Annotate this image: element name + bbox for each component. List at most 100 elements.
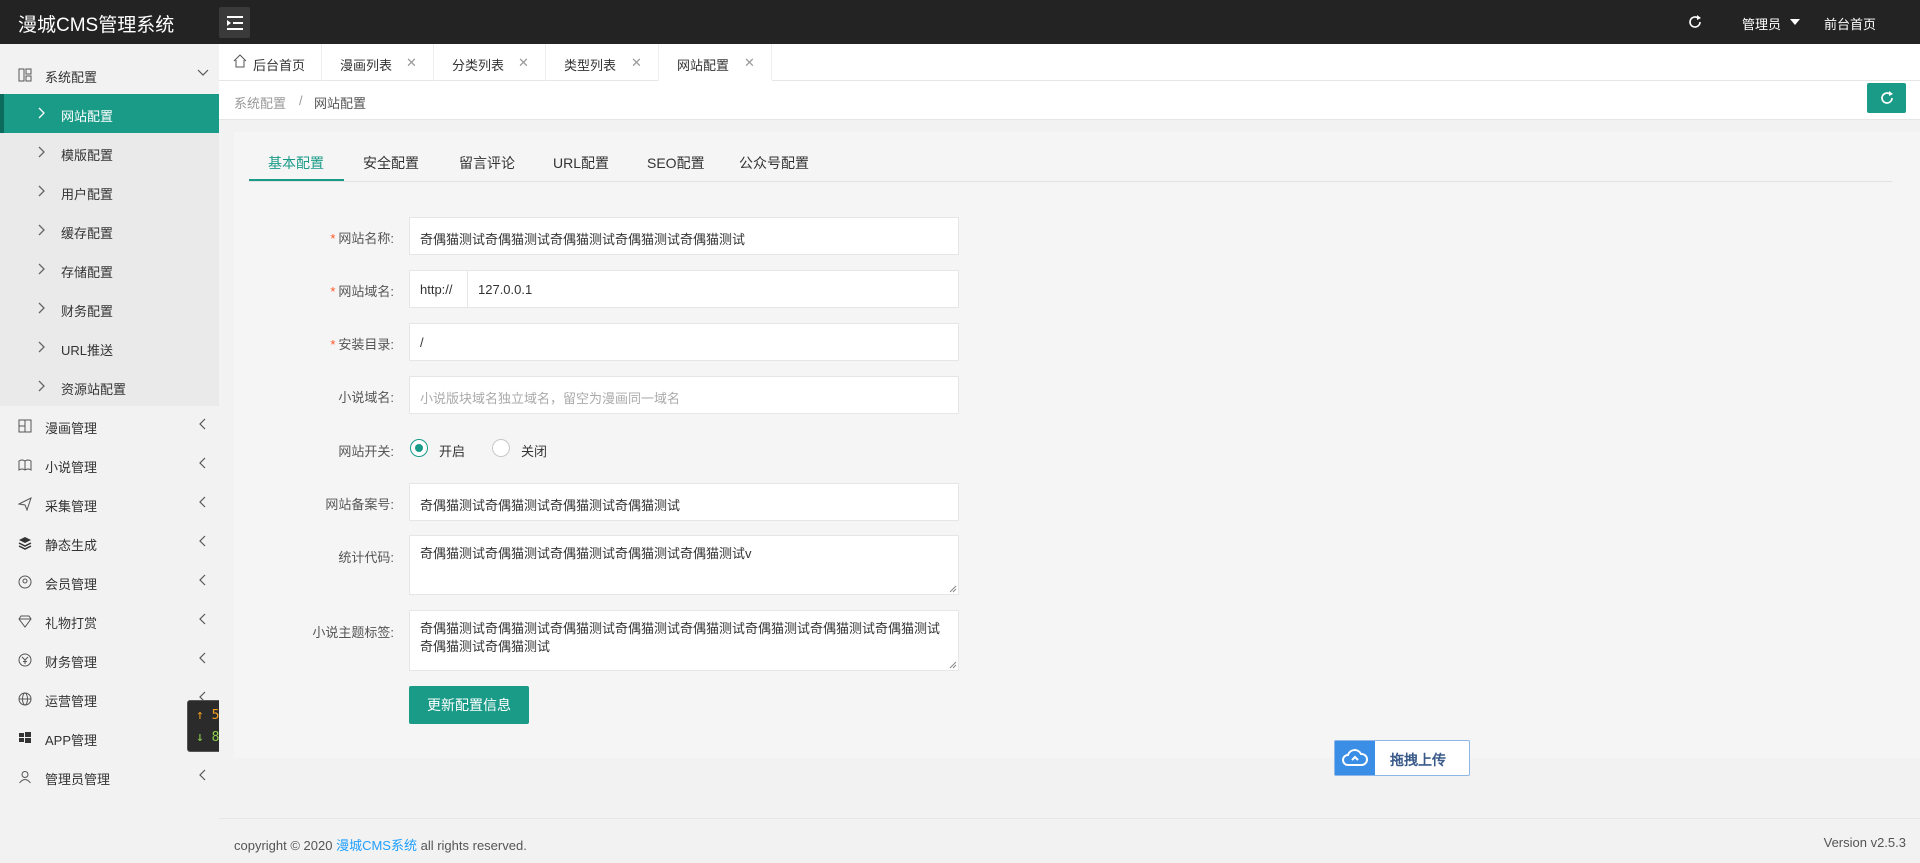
stats-code-textarea[interactable]: 奇偶猫测试奇偶猫测试奇偶猫测试奇偶猫测试奇偶猫测试v <box>409 535 959 595</box>
footer: copyright © 2020 漫城CMS系统 all rights rese… <box>219 818 1920 863</box>
sidebar-item-storage-config[interactable]: 存储配置 <box>0 250 219 289</box>
chevron-right-icon <box>38 341 45 353</box>
menu-toggle-button[interactable] <box>219 7 250 38</box>
novel-tags-label: 小说主题标签: <box>312 625 394 640</box>
chevron-left-icon <box>199 457 206 469</box>
chevron-left-icon <box>199 418 206 430</box>
close-icon[interactable]: ✕ <box>631 55 642 71</box>
chevron-right-icon <box>38 380 45 392</box>
sidebar-group-label: 管理员管理 <box>45 772 111 787</box>
sidebar-group-novel[interactable]: 小说管理 <box>0 445 219 484</box>
close-icon[interactable]: ✕ <box>744 55 755 71</box>
sidebar-group-collect[interactable]: 采集管理 <box>0 484 219 523</box>
tab-basic-config[interactable]: 基本配置 <box>268 153 324 173</box>
version-text: Version v2.5.3 <box>1823 835 1906 850</box>
send-icon <box>18 497 32 511</box>
close-icon[interactable]: ✕ <box>406 55 417 71</box>
breadcrumb-separator: / <box>299 93 303 108</box>
tab-home[interactable]: 后台首页 <box>219 44 322 81</box>
sidebar-group-system[interactable]: 系统配置 <box>0 55 219 94</box>
sidebar-item-site-config[interactable]: 网站配置 <box>0 94 219 133</box>
sidebar-item-finance-config[interactable]: 财务配置 <box>0 289 219 328</box>
sidebar-group-admin[interactable]: 管理员管理 <box>0 757 219 796</box>
chevron-left-icon <box>199 613 206 625</box>
update-config-button[interactable]: 更新配置信息 <box>409 686 529 724</box>
site-name-label: * 网站名称: <box>330 231 394 246</box>
sidebar-group-member[interactable]: 会员管理 <box>0 562 219 601</box>
tab-comment-config[interactable]: 留言评论 <box>459 153 515 173</box>
sidebar-group-gift[interactable]: 礼物打赏 <box>0 601 219 640</box>
drag-upload-label: 拖拽上传 <box>1390 752 1446 768</box>
site-name-input[interactable]: 奇偶猫测试奇偶猫测试奇偶猫测试奇偶猫测试奇偶猫测试 <box>409 217 959 255</box>
tab-label: 分类列表 <box>452 58 505 73</box>
footer-cms-link[interactable]: 漫城CMS系统 <box>336 838 417 853</box>
app-title: 漫城CMS管理系统 <box>18 15 175 36</box>
tab-comic-list[interactable]: 漫画列表 ✕ <box>322 44 434 81</box>
resize-grip-icon[interactable] <box>949 661 957 669</box>
menu-fold-icon <box>226 15 243 30</box>
sidebar-group-label: 礼物打赏 <box>45 616 98 631</box>
site-switch-on-radio[interactable] <box>410 439 428 457</box>
chevron-left-icon <box>199 652 206 664</box>
icp-input[interactable]: 奇偶猫测试奇偶猫测试奇偶猫测试奇偶猫测试 <box>409 483 959 521</box>
breadcrumb-current: 网站配置 <box>314 96 367 111</box>
dashboard-icon <box>18 68 32 82</box>
yen-icon <box>18 653 32 667</box>
caret-down-icon[interactable] <box>1790 19 1800 25</box>
sidebar-item-resource-config[interactable]: 资源站配置 <box>0 367 219 406</box>
refresh-icon[interactable] <box>1686 13 1704 31</box>
sidebar-group-label: APP管理 <box>45 733 98 748</box>
chevron-right-icon <box>38 185 45 197</box>
sidebar-item-label: 模版配置 <box>61 148 114 163</box>
sidebar-item-label: 缓存配置 <box>61 226 114 241</box>
sidebar-group-static[interactable]: 静态生成 <box>0 523 219 562</box>
stats-code-text: 奇偶猫测试奇偶猫测试奇偶猫测试奇偶猫测试奇偶猫测试v <box>420 546 752 561</box>
domain-input[interactable]: 127.0.0.1 <box>467 270 959 308</box>
sidebar-group-label: 会员管理 <box>45 577 98 592</box>
tab-wechat-config[interactable]: 公众号配置 <box>739 153 809 173</box>
breadcrumb-parent[interactable]: 系统配置 <box>234 93 286 112</box>
sidebar-item-user-config[interactable]: 用户配置 <box>0 172 219 211</box>
resize-grip-icon[interactable] <box>949 585 957 593</box>
sidebar-group-comic[interactable]: 漫画管理 <box>0 406 219 445</box>
novel-domain-input[interactable]: 小说版块域名独立域名，留空为漫画同一域名 <box>409 376 959 414</box>
copyright-text: copyright © 2020 漫城CMS系统 all rights rese… <box>234 838 527 853</box>
icp-label: 网站备案号: <box>325 497 394 512</box>
page-tabs: 后台首页 漫画列表 ✕ 分类列表 ✕ 类型列表 ✕ 网站配置 ✕ <box>219 44 1920 81</box>
tab-category-list[interactable]: 分类列表 ✕ <box>434 44 546 81</box>
site-switch-off-label[interactable]: 关闭 <box>521 441 547 460</box>
install-dir-input[interactable]: / <box>409 323 959 361</box>
sidebar-group-finance[interactable]: 财务管理 <box>0 640 219 679</box>
tab-seo-config[interactable]: SEO配置 <box>647 153 705 173</box>
sidebar-item-cache-config[interactable]: 缓存配置 <box>0 211 219 250</box>
chevron-right-icon <box>38 263 45 275</box>
chevron-left-icon <box>199 769 206 781</box>
chevron-left-icon <box>199 574 206 586</box>
sidebar-group-label: 漫画管理 <box>45 421 98 436</box>
breadcrumb: 系统配置 / 网站配置 <box>219 81 1920 120</box>
novel-tags-textarea[interactable]: 奇偶猫测试奇偶猫测试奇偶猫测试奇偶猫测试奇偶猫测试奇偶猫测试奇偶猫测试奇偶猫测试… <box>409 610 959 671</box>
sidebar-group-label: 系统配置 <box>45 70 98 85</box>
sidebar-item-label: 存储配置 <box>61 265 114 280</box>
tab-label: 类型列表 <box>564 58 617 73</box>
tab-url-config[interactable]: URL配置 <box>553 153 609 173</box>
globe-icon <box>18 692 32 706</box>
chevron-down-icon <box>197 69 209 76</box>
tab-site-config[interactable]: 网站配置 ✕ <box>659 44 772 81</box>
admin-menu[interactable]: 管理员 <box>1742 14 1781 33</box>
sidebar-item-template-config[interactable]: 模版配置 <box>0 133 219 172</box>
tab-security-config[interactable]: 安全配置 <box>363 153 419 173</box>
sidebar-item-url-push[interactable]: URL推送 <box>0 328 219 367</box>
person-icon <box>19 771 31 784</box>
front-home-link[interactable]: 前台首页 <box>1824 14 1876 33</box>
page-refresh-button[interactable] <box>1867 83 1906 113</box>
tab-type-list[interactable]: 类型列表 ✕ <box>546 44 659 81</box>
close-icon[interactable]: ✕ <box>518 55 529 71</box>
site-switch-off-radio[interactable] <box>492 439 510 457</box>
site-switch-on-label[interactable]: 开启 <box>439 441 465 460</box>
sidebar-item-label: 财务配置 <box>61 304 114 319</box>
drag-upload-widget[interactable]: 拖拽上传 <box>1334 740 1470 776</box>
sidebar-item-label: URL推送 <box>61 343 114 358</box>
sidebar-group-label: 运营管理 <box>45 694 98 709</box>
tab-label: 后台首页 <box>253 58 306 73</box>
